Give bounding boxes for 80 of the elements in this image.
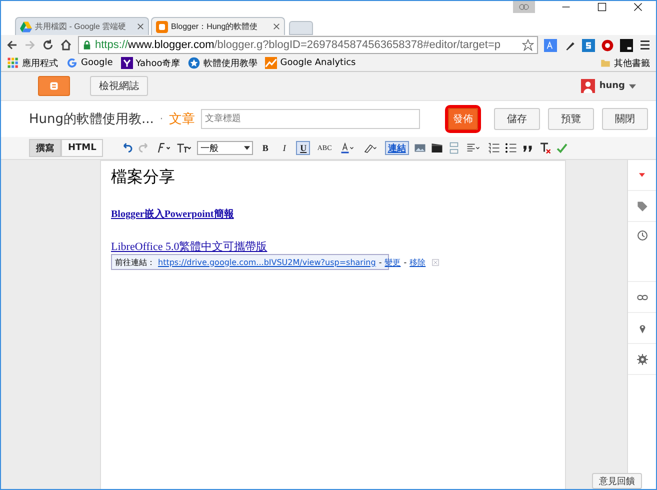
label-tag-icon: [636, 200, 648, 212]
feedback-button[interactable]: 意見回饋: [592, 473, 642, 489]
numbered-list-icon: [488, 142, 500, 154]
caret-icon: [244, 146, 250, 150]
b-logo-icon: [48, 81, 60, 91]
format-button[interactable]: U: [296, 141, 310, 155]
link-button[interactable]: 連結: [384, 141, 409, 155]
post-title-field[interactable]: 文章標題: [201, 109, 420, 129]
editor-mode-tab[interactable]: HTML: [61, 139, 104, 157]
bookmark[interactable]: 軟體使用教學: [188, 56, 258, 70]
chart-icon: [265, 57, 278, 69]
maximize-icon: [597, 2, 607, 12]
bookmark[interactable]: Google: [66, 57, 113, 69]
s-logo-icon: [582, 38, 595, 52]
blogger-logo[interactable]: [38, 76, 70, 96]
avatar-icon: [581, 79, 596, 93]
post-action-button[interactable]: 預覽: [548, 108, 594, 130]
link-popup-label: 前往連結：: [115, 256, 155, 268]
bookmark-folder[interactable]: 其他書籤: [600, 56, 650, 70]
close-icon: [137, 23, 144, 30]
caret-icon: [639, 173, 645, 177]
post-link[interactable]: LibreOffice 5.0繁體中文可攜帶版: [111, 239, 268, 254]
separator-dash: -: [378, 258, 382, 266]
menu-icon: [639, 39, 651, 51]
drive-icon: [20, 20, 32, 32]
format-button[interactable]: I: [277, 141, 292, 155]
account-menu[interactable]: hung: [581, 79, 636, 93]
back-icon: [6, 39, 18, 51]
browser-tab[interactable]: 共用檔図 - Google 雲端硬: [15, 17, 149, 35]
link-url[interactable]: https://drive.google.com...bIVSU2M/view?usp=sharing: [158, 258, 376, 266]
post-action-button[interactable]: 儲存: [494, 108, 540, 130]
font-family-icon: [155, 142, 172, 154]
editor-mode-tab[interactable]: 撰寫: [29, 139, 61, 157]
stop-sign-icon: [601, 38, 614, 52]
close-icon: [273, 23, 280, 30]
format-button[interactable]: B: [258, 141, 272, 155]
lock-icon: [82, 40, 92, 50]
section-label: 文章: [169, 111, 196, 128]
bookmark[interactable]: 應用程式: [7, 56, 58, 70]
blog-name[interactable]: Hung的軟體使用教...: [29, 110, 154, 128]
google-icon: [66, 57, 78, 69]
video-icon: [430, 142, 443, 154]
terminal-icon: [620, 38, 633, 52]
close-icon: [633, 2, 643, 12]
reload-icon: [42, 39, 54, 51]
separator-dot: ·: [160, 114, 164, 124]
profile-switch-icon: [513, 1, 535, 13]
image-icon: [414, 142, 426, 154]
post-action-button[interactable]: 關閉: [602, 108, 648, 130]
link-action[interactable]: 移除: [410, 256, 426, 268]
caret-icon: [629, 84, 636, 88]
home-icon: [60, 39, 72, 51]
page-break-icon: [448, 142, 460, 154]
link-action[interactable]: 變更: [384, 256, 401, 268]
star-badge-icon: [188, 57, 200, 69]
clock-icon: [636, 230, 648, 241]
post-link[interactable]: Blogger嵌入Powerpoint簡報: [111, 207, 234, 221]
browser-tab[interactable]: Blogger：Hung的軟體使: [151, 17, 285, 35]
font-size-icon: [176, 142, 192, 154]
settings-icon: [636, 354, 648, 364]
bookmark[interactable]: Yahoo奇摩: [120, 56, 180, 70]
separator-dash: -: [404, 258, 407, 266]
paragraph-style-dropdown[interactable]: 一般: [197, 141, 254, 155]
close-icon: [432, 258, 439, 266]
apps-icon: [7, 57, 19, 69]
spellcheck-icon: [556, 142, 568, 154]
undo-icon: [121, 142, 134, 154]
post-heading: 檔案分享: [111, 167, 176, 188]
bookmark[interactable]: Google Analytics: [265, 57, 356, 69]
folder-icon: [600, 58, 611, 68]
redo-icon: [138, 142, 150, 154]
forward-icon: [24, 39, 36, 51]
translate-icon: [544, 38, 557, 52]
bullet-list-icon: [504, 142, 517, 154]
star-icon: [522, 39, 534, 51]
blogger-icon: [156, 20, 168, 32]
view-blog-button[interactable]: 檢視網誌: [90, 76, 148, 96]
yahoo-icon: [120, 57, 133, 69]
address-bar[interactable]: https://www.blogger.com/blogger.g?blogID=2697845874563658378#editor/target=p: [78, 36, 538, 54]
clear-format-icon: [538, 142, 551, 154]
